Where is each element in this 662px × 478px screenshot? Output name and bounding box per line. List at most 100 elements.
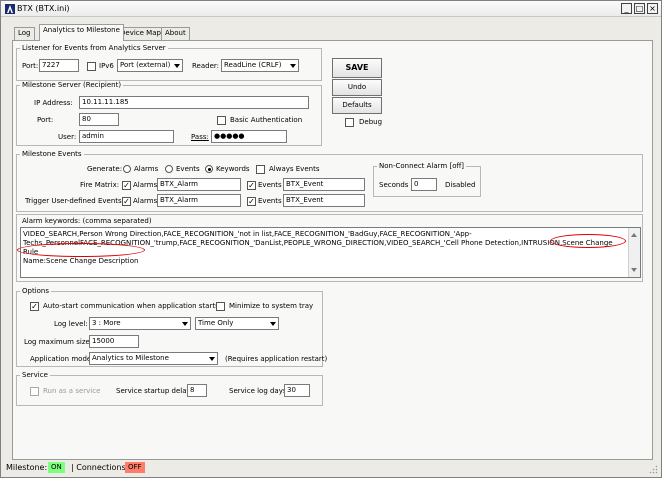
trigger-events-label: Events xyxy=(258,197,282,205)
app-mode-value: Analytics to Milestone xyxy=(92,354,169,362)
user-input[interactable]: admin xyxy=(79,130,174,143)
ip-address-label: IP Address: xyxy=(34,99,73,107)
ip-address-input[interactable]: 10.11.11.185 xyxy=(79,96,309,109)
minimize-tray-label: Minimize to system tray xyxy=(229,302,314,310)
debug-checkbox[interactable] xyxy=(345,118,354,127)
trigger-event-input[interactable]: BTX_Event xyxy=(283,194,365,207)
log-max-input[interactable]: 15000 xyxy=(89,335,139,348)
log-days-label: Service log days: xyxy=(229,387,289,395)
alarm-keywords-label: Alarm keywords: (comma separated) xyxy=(22,217,152,225)
milestone-events-legend: Milestone Events xyxy=(22,150,82,158)
log-level-value: 3 : More xyxy=(92,319,121,327)
undo-button[interactable]: Undo xyxy=(332,79,382,96)
generate-events-radio[interactable] xyxy=(165,165,173,173)
autostart-label: Auto-start communication when applicatio… xyxy=(43,302,219,310)
ipv6-label: IPv6 xyxy=(99,62,114,70)
highlight-ellipse xyxy=(550,234,626,248)
maximize-button[interactable]: □ xyxy=(634,3,645,14)
close-button[interactable]: × xyxy=(647,3,658,14)
status-bar: Milestone: ON | Connections: OFF xyxy=(1,459,661,477)
fire-event-input[interactable]: BTX_Event xyxy=(283,178,365,191)
connections-status-badge: OFF xyxy=(125,462,145,473)
tab-analytics-to-milestone[interactable]: Analytics to Milestone xyxy=(39,24,124,41)
run-as-service-label: Run as a service xyxy=(43,387,101,395)
generate-label: Generate: xyxy=(87,165,123,173)
fire-alarms-label: Alarms xyxy=(133,181,158,189)
non-connect-legend: Non-Connect Alarm [off] xyxy=(379,162,465,170)
app-logo-icon xyxy=(5,4,15,14)
title-bar: BTX (BTX.ini) _ □ × xyxy=(1,1,661,17)
seconds-input[interactable]: 0 xyxy=(411,178,437,191)
seconds-label: Seconds xyxy=(379,181,409,189)
generate-alarms-radio[interactable] xyxy=(123,165,131,173)
listener-port-label: Port: xyxy=(22,62,39,70)
reader-select[interactable]: ReadLine (CRLF) xyxy=(221,59,299,72)
tab-about[interactable]: About xyxy=(161,27,190,41)
defaults-button[interactable]: Defaults xyxy=(332,97,382,114)
basic-auth-checkbox[interactable] xyxy=(217,116,226,125)
minimize-button[interactable]: _ xyxy=(621,3,632,14)
port-type-value: Port (external) xyxy=(120,61,171,69)
trigger-alarms-checkbox[interactable]: ✓ xyxy=(122,197,131,206)
log-level-label: Log level: xyxy=(54,320,88,328)
restart-note: (Requires application restart) xyxy=(225,355,328,363)
ipv6-checkbox[interactable] xyxy=(87,62,96,71)
log-level-select[interactable]: 3 : More xyxy=(89,317,191,330)
chevron-down-icon xyxy=(290,64,296,68)
scroll-up-icon[interactable] xyxy=(631,233,637,237)
chevron-down-icon xyxy=(182,322,188,326)
generate-keywords-label: Keywords xyxy=(216,165,250,173)
app-mode-select[interactable]: Analytics to Milestone xyxy=(89,352,218,365)
scroll-down-icon[interactable] xyxy=(631,268,637,272)
listener-port-input[interactable]: 7227 xyxy=(39,59,79,72)
basic-auth-label: Basic Authentication xyxy=(230,116,303,124)
port-type-select[interactable]: Port (external) xyxy=(117,59,183,72)
run-as-service-checkbox[interactable] xyxy=(30,387,39,396)
autostart-checkbox[interactable]: ✓ xyxy=(30,302,39,311)
milestone-status-label: Milestone: xyxy=(6,463,48,472)
time-format-select[interactable]: Time Only xyxy=(195,317,279,330)
user-label: User: xyxy=(58,133,77,141)
disabled-label: Disabled xyxy=(445,181,476,189)
fire-events-checkbox[interactable]: ✓ xyxy=(247,181,256,190)
resize-grip-icon[interactable] xyxy=(649,465,658,474)
log-days-input[interactable]: 30 xyxy=(284,384,310,397)
app-window: BTX (BTX.ini) _ □ × Log Analytics to Mil… xyxy=(0,0,662,478)
always-events-checkbox[interactable] xyxy=(256,165,265,174)
listener-legend: Listener for Events from Analytics Serve… xyxy=(22,44,166,52)
keywords-scrollbar[interactable] xyxy=(628,228,640,277)
window-title: BTX (BTX.ini) xyxy=(17,4,70,13)
milestone-status-badge: ON xyxy=(48,462,65,473)
trigger-label: Trigger User-defined Events: xyxy=(25,197,125,205)
fire-matrix-label: Fire Matrix: xyxy=(80,181,120,189)
generate-events-label: Events xyxy=(176,165,200,173)
debug-label: Debug xyxy=(359,118,383,126)
pass-label: Pass: xyxy=(191,133,209,141)
startup-delay-label: Service startup delay xyxy=(116,387,191,395)
startup-delay-input[interactable]: 8 xyxy=(187,384,207,397)
highlight-ellipse xyxy=(17,243,145,257)
tab-panel: Listener for Events from Analytics Serve… xyxy=(12,40,653,460)
keywords-line-3: Name:Scene Change Description xyxy=(23,257,139,265)
keywords-line-1: VIDEO_SEARCH,Person Wrong Direction,FACE… xyxy=(23,230,472,238)
save-button[interactable]: SAVE xyxy=(332,58,382,78)
generate-keywords-radio[interactable] xyxy=(205,165,213,173)
chevron-down-icon xyxy=(270,322,276,326)
pass-input[interactable]: ●●●●● xyxy=(211,130,287,143)
server-port-input[interactable]: 80 xyxy=(79,113,119,126)
trigger-alarm-input[interactable]: BTX_Alarm xyxy=(157,194,241,207)
options-legend: Options xyxy=(22,287,50,295)
fire-alarms-checkbox[interactable]: ✓ xyxy=(122,181,131,190)
trigger-events-checkbox[interactable]: ✓ xyxy=(247,197,256,206)
tab-log[interactable]: Log xyxy=(14,27,35,41)
reader-value: ReadLine (CRLF) xyxy=(224,61,282,69)
log-max-label: Log maximum size: xyxy=(24,338,93,346)
always-events-label: Always Events xyxy=(269,165,320,173)
fire-alarm-input[interactable]: BTX_Alarm xyxy=(157,178,241,191)
connections-label: | Connections: xyxy=(71,463,129,472)
server-port-label: Port: xyxy=(37,116,54,124)
minimize-tray-checkbox[interactable] xyxy=(216,302,225,311)
service-legend: Service xyxy=(22,371,48,379)
app-mode-label: Application mode: xyxy=(30,355,94,363)
generate-alarms-label: Alarms xyxy=(134,165,159,173)
